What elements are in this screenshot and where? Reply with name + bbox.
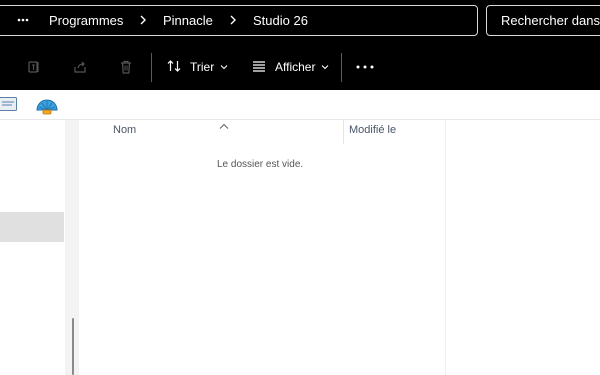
sort-label: Trier (190, 60, 215, 74)
column-divider[interactable] (343, 120, 344, 144)
chevron-right-icon[interactable] (139, 6, 149, 35)
view-button[interactable]: Afficher (251, 57, 329, 77)
chevron-right-icon[interactable] (229, 6, 239, 35)
command-bar: Trier Afficher (0, 45, 600, 90)
address-card-icon[interactable] (0, 97, 18, 116)
sort-icon (166, 58, 182, 77)
breadcrumb[interactable]: Programmes Pinnacle Studio 26 (0, 5, 478, 36)
search-input[interactable]: Rechercher dans Studio 26 (486, 5, 600, 36)
sort-button[interactable]: Trier (166, 57, 228, 77)
more-icon[interactable] (17, 6, 35, 35)
navigation-pane[interactable] (0, 120, 65, 375)
sort-up-icon (219, 117, 229, 135)
chevron-right-icon[interactable] (0, 6, 3, 35)
breadcrumb-item-pinnacle[interactable]: Pinnacle (163, 6, 213, 35)
column-header-name[interactable]: Nom (113, 124, 136, 136)
address-bar-area: Programmes Pinnacle Studio 26 Rechercher… (0, 0, 600, 45)
empty-folder-message: Le dossier est vide. (217, 159, 304, 170)
breadcrumb-item-studio-26[interactable]: Studio 26 (253, 6, 308, 35)
quick-toolbar (0, 90, 600, 120)
toolbar-separator (151, 53, 152, 82)
delete-icon[interactable] (116, 57, 136, 77)
view-icon (251, 58, 267, 77)
chevron-down-icon (220, 64, 228, 70)
view-label: Afficher (275, 60, 316, 74)
share-icon[interactable] (70, 57, 90, 77)
chevron-down-icon (321, 64, 329, 70)
ellipsis-icon[interactable] (355, 57, 375, 77)
column-divider (445, 120, 446, 375)
rename-icon[interactable] (24, 57, 44, 77)
column-header-modified[interactable]: Modifié le (349, 124, 396, 136)
shell-icon[interactable] (35, 94, 59, 121)
nav-scrollbar[interactable] (72, 318, 74, 375)
nav-selected-item[interactable] (0, 212, 64, 242)
breadcrumb-item-programmes[interactable]: Programmes (49, 6, 123, 35)
toolbar-separator (341, 53, 342, 82)
